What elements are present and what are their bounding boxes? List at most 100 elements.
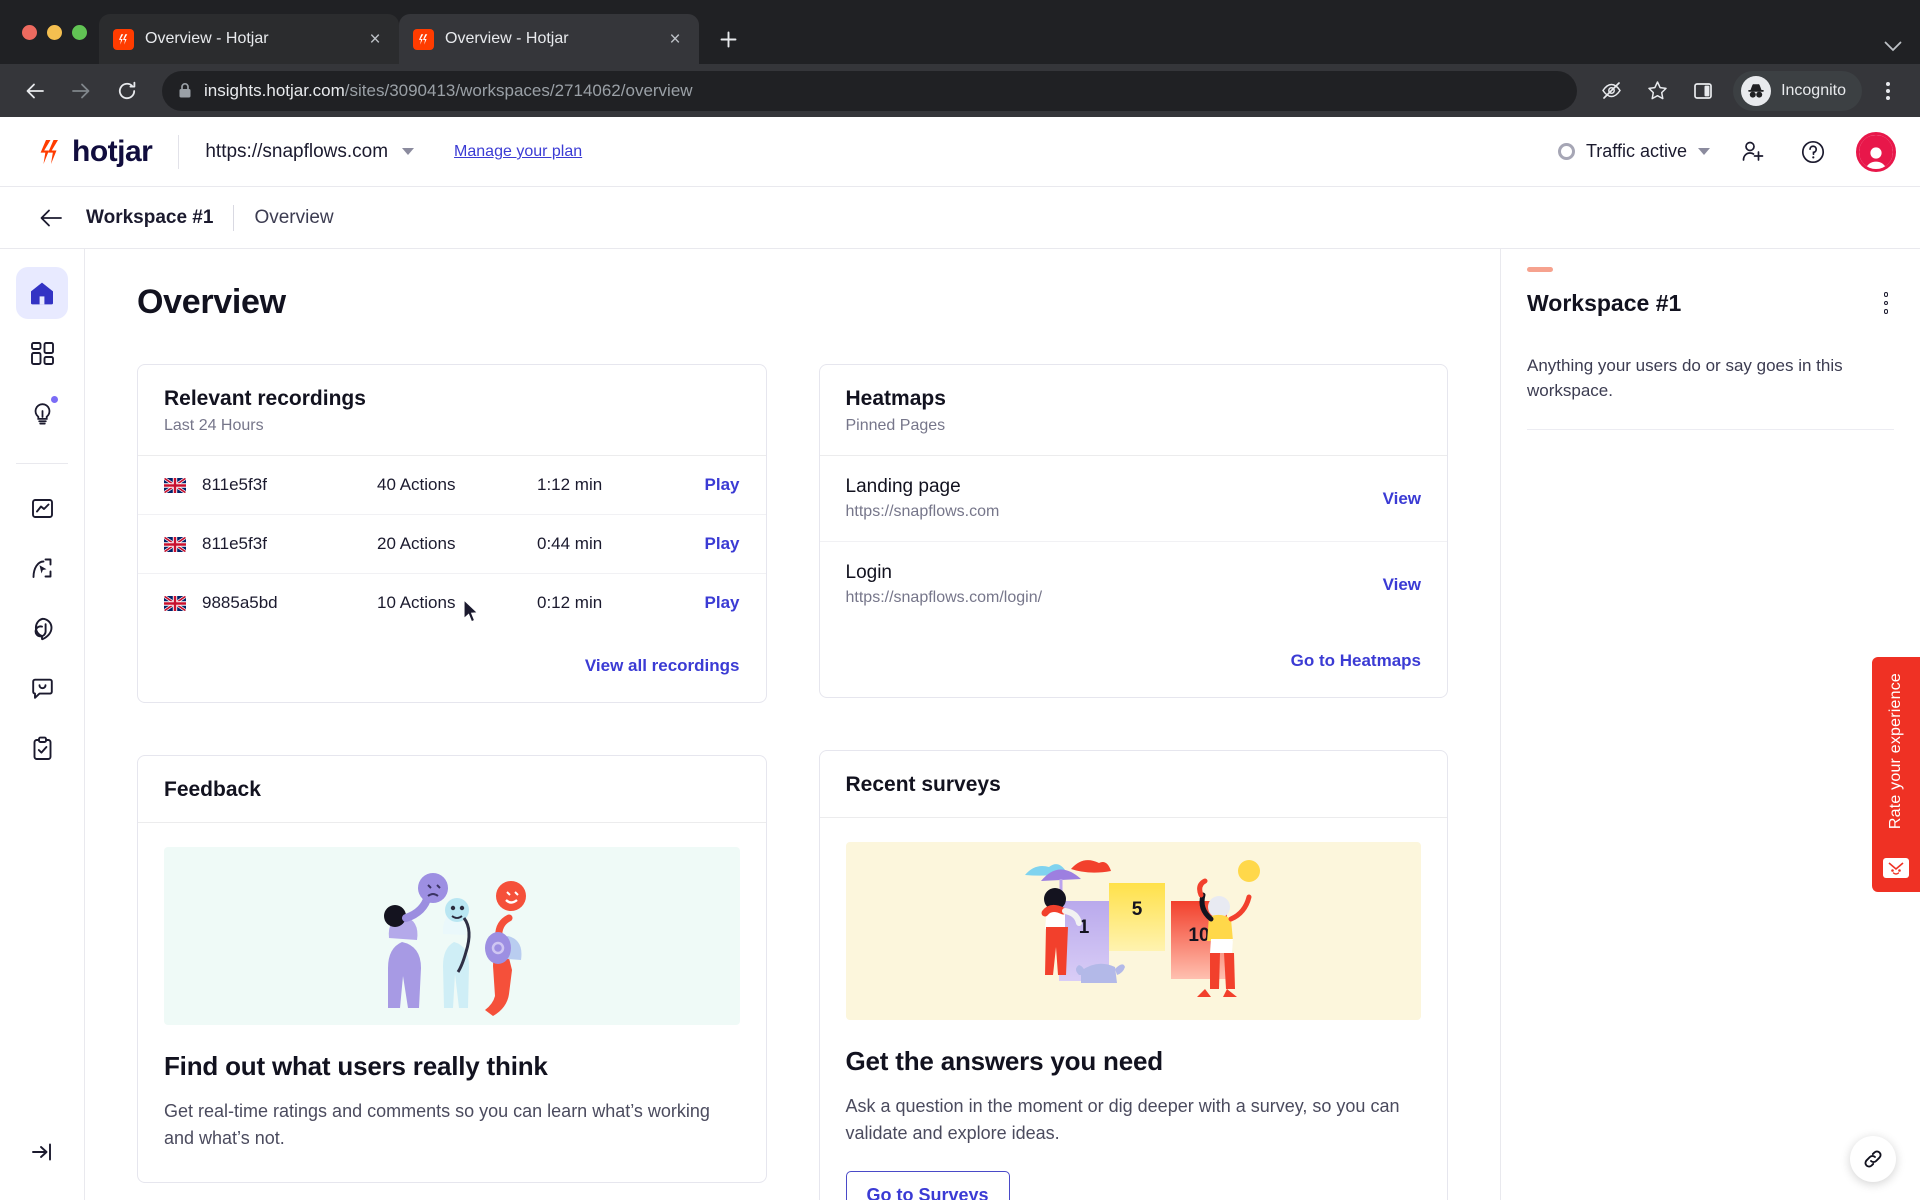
- hotjar-wordmark: hotjar: [72, 134, 153, 168]
- smiley-envelope-icon: [1883, 858, 1909, 879]
- reload-icon[interactable]: [106, 70, 148, 112]
- breadcrumb-separator: [233, 204, 235, 231]
- sidebar-badge-dot: [50, 395, 59, 405]
- trends-chart-icon: [31, 499, 53, 518]
- heatmap-page-name: Landing page: [845, 476, 961, 498]
- card-header: Relevant recordings Last 24 Hours: [138, 365, 766, 457]
- sidebar-item-heatmaps[interactable]: [16, 542, 68, 594]
- recording-duration: 0:12 min: [537, 593, 603, 613]
- site-selector[interactable]: https://snapflows.com: [205, 141, 415, 163]
- browser-tab-1[interactable]: Overview - Hotjar ×: [99, 14, 399, 64]
- recording-duration: 0:44 min: [537, 534, 603, 554]
- minimize-window-button[interactable]: [47, 24, 62, 40]
- traffic-status-dropdown[interactable]: Traffic active: [1557, 141, 1710, 162]
- gb-flag-icon: [164, 536, 186, 552]
- new-tab-button[interactable]: [711, 22, 745, 56]
- view-heatmap-button[interactable]: View: [1383, 575, 1421, 595]
- close-window-button[interactable]: [22, 24, 37, 40]
- header-divider: [178, 134, 180, 169]
- browser-toolbar: insights.hotjar.com/sites/3090413/worksp…: [0, 64, 1920, 118]
- recording-id: 811e5f3f: [202, 534, 267, 554]
- list-item[interactable]: Login https://snapflows.com/login/ View: [820, 542, 1448, 627]
- view-all-recordings-link[interactable]: View all recordings: [585, 656, 740, 675]
- workspace-title: Workspace #1: [1527, 289, 1682, 316]
- workspace-title-row: Workspace #1: [1527, 286, 1894, 320]
- play-recording-button[interactable]: Play: [705, 534, 740, 554]
- table-row[interactable]: 9885a5bd 10 Actions 0:12 min Play: [138, 574, 766, 632]
- browser-tabstrip: Overview - Hotjar × Overview - Hotjar ×: [0, 0, 1920, 64]
- card-subtitle: Pinned Pages: [845, 417, 946, 435]
- chevron-down-icon: [402, 148, 415, 156]
- cursor-heatmap-icon: [32, 558, 51, 578]
- help-circle-icon[interactable]: [1796, 135, 1830, 169]
- hotjar-flame-icon: [40, 139, 58, 164]
- hotjar-favicon: [413, 28, 434, 50]
- lightbulb-icon: [34, 403, 50, 425]
- play-recording-button[interactable]: Play: [705, 475, 740, 495]
- view-heatmap-button[interactable]: View: [1383, 489, 1421, 509]
- recording-id: 9885a5bd: [202, 593, 278, 613]
- expand-sidebar-icon[interactable]: [16, 1126, 68, 1178]
- card-title: Heatmaps: [845, 387, 946, 411]
- card-subtitle: Last 24 Hours: [164, 417, 264, 435]
- table-row[interactable]: 811e5f3f 20 Actions 0:44 min Play: [138, 515, 766, 575]
- breadcrumb-workspace[interactable]: Workspace #1: [86, 207, 213, 229]
- maximize-window-button[interactable]: [72, 24, 87, 40]
- profile-chip[interactable]: Incognito: [1733, 70, 1862, 111]
- forward-arrow-icon[interactable]: [60, 70, 102, 112]
- surveys-illustration: 1 5 10: [845, 842, 1421, 1021]
- feedback-illustration: [164, 847, 740, 1026]
- sidebar-item-home[interactable]: [16, 267, 68, 320]
- feedback-card: Feedback Find out what users really thin…: [137, 755, 767, 1184]
- tab-title: Overview - Hotjar: [445, 30, 569, 47]
- table-row[interactable]: 811e5f3f 40 Actions 1:12 min Play: [138, 456, 766, 516]
- close-tab-button[interactable]: ×: [663, 27, 687, 51]
- three-dot-menu-icon[interactable]: [1878, 286, 1895, 320]
- three-dot-menu-icon[interactable]: [1870, 71, 1906, 111]
- sidebar-item-trends[interactable]: [16, 482, 68, 534]
- sidebar-item-surveys[interactable]: [16, 722, 68, 774]
- rate-experience-tab[interactable]: Rate your experience: [1872, 657, 1920, 893]
- back-arrow-icon[interactable]: [14, 70, 56, 112]
- sidebar-rail: [0, 249, 85, 1200]
- recording-actions: 20 Actions: [377, 534, 456, 554]
- tab-title: Overview - Hotjar: [145, 30, 269, 47]
- side-panel-icon[interactable]: [1683, 71, 1723, 111]
- sidebar-item-recordings[interactable]: [16, 602, 68, 654]
- link-chain-icon[interactable]: [1850, 1136, 1896, 1182]
- card-footer: Go to Heatmaps: [820, 627, 1448, 697]
- close-tab-button[interactable]: ×: [363, 27, 387, 51]
- page-body: Overview Relevant recordings Last 24 Hou…: [0, 249, 1920, 1200]
- go-to-surveys-button[interactable]: Go to Surveys: [845, 1171, 1010, 1200]
- play-recording-button[interactable]: Play: [705, 593, 740, 613]
- card-title: Feedback: [164, 778, 261, 802]
- back-arrow-icon[interactable]: [36, 203, 66, 233]
- window-traffic-lights: [14, 0, 99, 64]
- recording-actions: 10 Actions: [377, 593, 456, 613]
- lock-icon: [178, 82, 192, 99]
- hotjar-logo[interactable]: hotjar: [36, 134, 153, 169]
- page-title: Overview: [137, 283, 286, 322]
- sidebar-item-feedback[interactable]: [16, 662, 68, 714]
- eye-off-icon[interactable]: [1591, 71, 1631, 111]
- sidebar-divider: [16, 463, 68, 465]
- user-avatar-icon[interactable]: [1856, 131, 1896, 172]
- manage-plan-link[interactable]: Manage your plan: [454, 143, 582, 161]
- browser-tab-2[interactable]: Overview - Hotjar ×: [399, 14, 699, 64]
- address-bar[interactable]: insights.hotjar.com/sites/3090413/worksp…: [162, 70, 1578, 111]
- star-icon[interactable]: [1637, 71, 1677, 111]
- tab-list-button[interactable]: [1884, 41, 1920, 64]
- recordings-card: Relevant recordings Last 24 Hours 811e5f…: [137, 364, 767, 704]
- feedback-body-text: Get real-time ratings and comments so yo…: [164, 1101, 710, 1149]
- surveys-body-text: Ask a question in the moment or dig deep…: [845, 1096, 1400, 1144]
- go-to-heatmaps-link[interactable]: Go to Heatmaps: [1291, 651, 1421, 670]
- cards-grid: Relevant recordings Last 24 Hours 811e5f…: [137, 364, 1448, 1200]
- sidebar-item-dashboards[interactable]: [16, 327, 68, 379]
- card-header: Heatmaps Pinned Pages: [819, 365, 1447, 457]
- add-user-icon[interactable]: [1736, 135, 1770, 169]
- sidebar-item-insights[interactable]: [16, 387, 68, 439]
- rate-experience-label: Rate your experience: [1887, 673, 1904, 830]
- list-item[interactable]: Landing page https://snapflows.com View: [819, 456, 1447, 543]
- recordings-pin-icon: [34, 617, 52, 641]
- url-domain: insights.hotjar.com: [204, 80, 345, 100]
